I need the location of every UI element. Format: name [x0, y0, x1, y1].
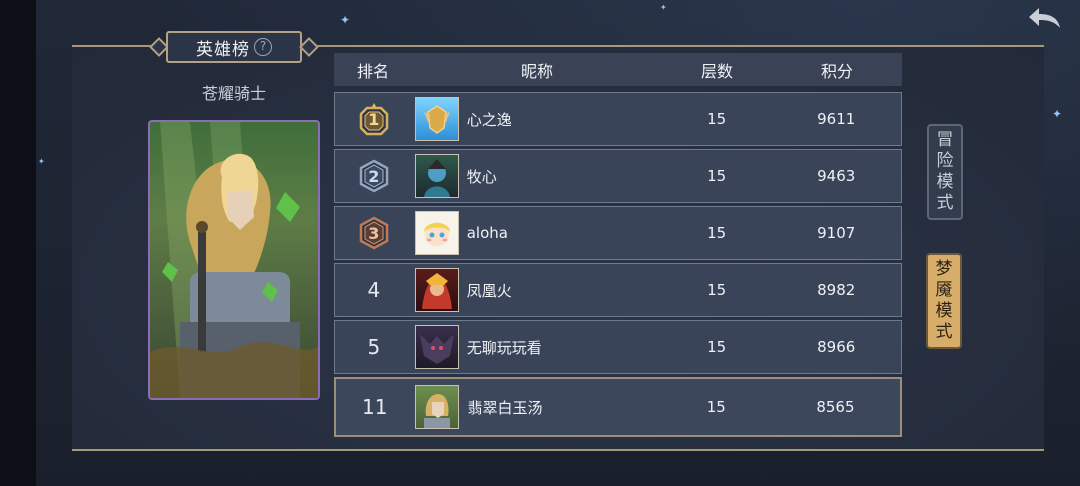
header-floor: 层数: [700, 61, 733, 81]
mode-char: 险: [936, 151, 954, 171]
rank-cell: 2: [335, 159, 413, 193]
nickname-cell: 无聊玩玩看: [413, 325, 662, 369]
avatar: [414, 154, 459, 198]
title-banner: 英雄榜 ?: [148, 31, 320, 63]
table-row[interactable]: 5 无聊玩玩看 15 8966: [334, 320, 902, 374]
nickname-cell: aloha: [413, 211, 662, 255]
rank-number: 5: [367, 335, 381, 359]
nickname-cell: 凤凰火: [413, 268, 662, 312]
knight-illustration: [150, 122, 318, 398]
nickname-cell: 心之逸: [413, 97, 662, 141]
header-score: 积分: [820, 61, 853, 81]
table-row[interactable]: 2 牧心 15 9463: [334, 149, 902, 203]
nickname: aloha: [466, 224, 508, 242]
header-rank: 排名: [356, 61, 389, 81]
nickname: 翡翠白玉汤: [467, 398, 543, 417]
mode-char: 模: [936, 172, 954, 192]
rank-cell: 11: [336, 395, 413, 419]
silver-medal-icon: 2: [357, 159, 391, 193]
hero-name: 苍耀骑士: [201, 84, 266, 103]
rank-cell: 3: [335, 216, 413, 250]
score-cell: 9611: [817, 110, 856, 128]
avatar: [414, 211, 459, 255]
star-decoration: ✦: [1052, 107, 1063, 121]
back-button[interactable]: [1022, 4, 1068, 38]
rank-number: 11: [362, 395, 388, 419]
mode-char: 式: [935, 322, 953, 342]
score-cell: 9107: [817, 224, 856, 242]
help-icon[interactable]: ?: [254, 38, 272, 56]
score-cell: 8565: [816, 398, 855, 416]
table-header: 排名 昵称 层数 积分: [334, 53, 902, 86]
table-row[interactable]: 3 aloha 15 9107: [334, 206, 902, 260]
hero-portrait[interactable]: [148, 120, 320, 400]
mode-char: 式: [936, 193, 954, 213]
score-cell: 8982: [817, 281, 856, 299]
rank-cell: 4: [335, 278, 413, 302]
avatar: [414, 268, 459, 312]
nickname: 心之逸: [466, 110, 512, 129]
rank-cell: 5: [335, 335, 413, 359]
diamond-ornament: [299, 37, 319, 57]
title-box: 英雄榜 ?: [166, 31, 302, 63]
rank-number: 4: [367, 278, 381, 302]
page-title: 英雄榜: [196, 39, 250, 60]
avatar: [414, 325, 459, 369]
back-arrow-icon: [1029, 8, 1060, 28]
leaderboard-table: 排名 昵称 层数 积分 1 心之逸 15 9611 2 牧心 15 9463 3…: [334, 53, 902, 437]
left-edge: [0, 0, 36, 486]
floor-cell: 15: [707, 224, 727, 242]
header-nickname: 昵称: [520, 61, 553, 81]
table-row[interactable]: 1 心之逸 15 9611: [334, 92, 902, 146]
floor-cell: 15: [707, 281, 727, 299]
gold-medal-icon: 1: [357, 102, 391, 136]
star-decoration: ✦: [38, 157, 45, 166]
bronze-medal-icon: 3: [357, 216, 391, 250]
mode-char: 魇: [935, 280, 953, 300]
score-cell: 9463: [817, 167, 856, 185]
mode-char: 冒: [936, 130, 954, 150]
mode-char: 梦: [935, 259, 953, 279]
adventure-mode-button[interactable]: 冒 险 模 式: [927, 124, 963, 220]
nickname-cell: 翡翠白玉汤: [413, 385, 661, 429]
star-decoration: ✦: [660, 3, 667, 12]
floor-cell: 15: [706, 398, 726, 416]
floor-cell: 15: [707, 110, 727, 128]
floor-cell: 15: [707, 167, 727, 185]
star-decoration: ✦: [340, 13, 351, 27]
nickname: 凤凰火: [466, 281, 512, 300]
nickname: 牧心: [466, 167, 497, 186]
avatar: [415, 385, 460, 429]
avatar: [414, 97, 459, 141]
nickname-cell: 牧心: [413, 154, 662, 198]
nightmare-mode-button[interactable]: 梦 魇 模 式: [926, 253, 962, 349]
nickname: 无聊玩玩看: [466, 338, 542, 357]
self-rank-row[interactable]: 11 翡翠白玉汤 15 8565: [334, 377, 902, 437]
score-cell: 8966: [817, 338, 856, 356]
rank-cell: 1: [335, 102, 413, 136]
mode-char: 模: [935, 301, 953, 321]
table-row[interactable]: 4 凤凰火 15 8982: [334, 263, 902, 317]
floor-cell: 15: [707, 338, 727, 356]
